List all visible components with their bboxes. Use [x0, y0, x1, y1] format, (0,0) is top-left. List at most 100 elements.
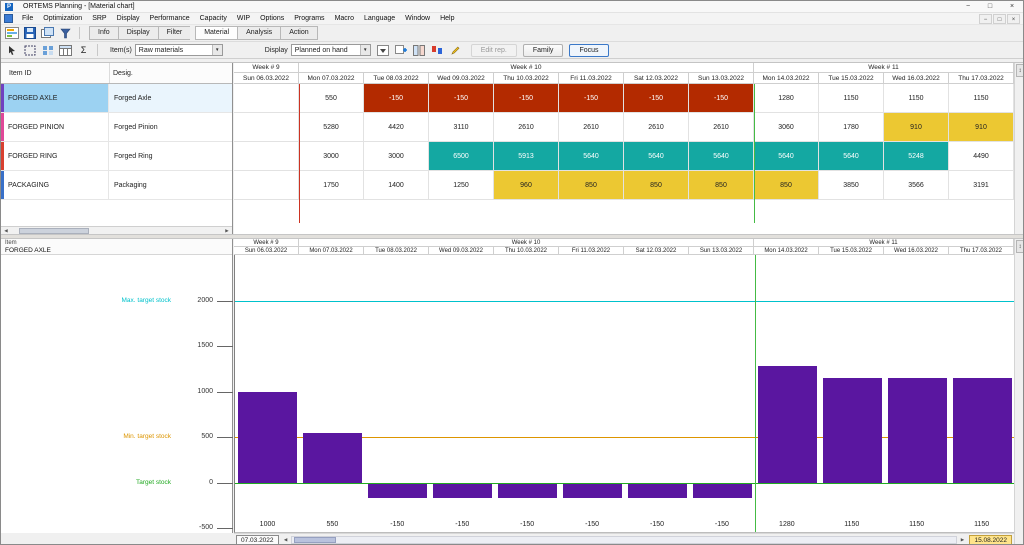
grid-cell[interactable]: 3191: [949, 171, 1014, 200]
grid-cell[interactable]: 3060: [754, 113, 819, 142]
menu-item-srp[interactable]: SRP: [87, 15, 111, 22]
tab-filter[interactable]: Filter: [158, 26, 191, 40]
menu-item-wip[interactable]: WIP: [232, 15, 255, 22]
menu-item-macro[interactable]: Macro: [330, 15, 359, 22]
grid-cell[interactable]: [234, 113, 299, 142]
sum-icon[interactable]: Σ: [75, 43, 92, 57]
grid-cell[interactable]: -150: [429, 84, 494, 113]
stock-bar[interactable]: [888, 378, 947, 483]
item-row[interactable]: PACKAGINGPackaging: [1, 171, 232, 200]
maximize-button[interactable]: □: [979, 1, 1001, 12]
grid-vscrollbar[interactable]: ↕: [1014, 63, 1024, 235]
time-scrollbar[interactable]: 07.03.2022 ◀ ▶ 15.08.2022: [234, 533, 1014, 545]
scroll-left-icon[interactable]: ◀: [281, 536, 291, 544]
stock-bar[interactable]: [823, 378, 882, 483]
grid-cell[interactable]: [234, 142, 299, 171]
menu-item-capacity[interactable]: Capacity: [195, 15, 232, 22]
family-button[interactable]: Family: [523, 44, 564, 57]
menu-item-file[interactable]: File: [17, 15, 38, 22]
stock-bar[interactable]: [238, 392, 297, 483]
compare-flags-icon[interactable]: [429, 43, 446, 57]
grid-cell[interactable]: 3566: [884, 171, 949, 200]
pointer-select-icon[interactable]: [3, 43, 20, 57]
stock-bar[interactable]: [953, 378, 1012, 483]
grid-cell[interactable]: -150: [624, 84, 689, 113]
grid-cell[interactable]: 5640: [559, 142, 624, 171]
minimize-button[interactable]: −: [957, 1, 979, 12]
window-layout-icon[interactable]: [39, 26, 56, 40]
display-dropdown[interactable]: Planned on hand ▼: [291, 44, 371, 56]
grid-cell[interactable]: [234, 84, 299, 113]
stock-bar[interactable]: [693, 484, 752, 498]
grid-cell[interactable]: 1150: [949, 84, 1014, 113]
stock-bar[interactable]: [303, 433, 362, 483]
mdi-minimize-button[interactable]: −: [979, 14, 992, 24]
focus-button[interactable]: Focus: [569, 44, 608, 57]
grid-cell[interactable]: 5640: [624, 142, 689, 171]
scroll-thumb[interactable]: [294, 537, 336, 543]
grid-cell[interactable]: 6500: [429, 142, 494, 171]
edit-pencil-icon[interactable]: [447, 43, 464, 57]
grid-cell[interactable]: 850: [754, 171, 819, 200]
grid-cell[interactable]: 850: [559, 171, 624, 200]
grid-cell[interactable]: 3000: [364, 142, 429, 171]
menu-item-display[interactable]: Display: [112, 15, 145, 22]
grid-cell[interactable]: 1780: [819, 113, 884, 142]
grid-cell[interactable]: 910: [884, 113, 949, 142]
menu-item-options[interactable]: Options: [255, 15, 289, 22]
grid-cell[interactable]: -150: [364, 84, 429, 113]
item-row[interactable]: FORGED PINIONForged Pinion: [1, 113, 232, 142]
grid-cell[interactable]: 1750: [299, 171, 364, 200]
scroll-right-icon[interactable]: ▶: [957, 536, 967, 544]
grid-cell[interactable]: 5640: [689, 142, 754, 171]
grid-cell[interactable]: 4490: [949, 142, 1014, 171]
tab-material[interactable]: Material: [195, 26, 237, 40]
grid-cell[interactable]: 5248: [884, 142, 949, 171]
range-select-icon[interactable]: [21, 43, 38, 57]
tab-info[interactable]: Info: [89, 26, 118, 40]
grid-cell[interactable]: 1400: [364, 171, 429, 200]
scroll-track[interactable]: [291, 536, 958, 544]
menu-item-window[interactable]: Window: [400, 15, 435, 22]
filter-funnel-icon[interactable]: [57, 26, 74, 40]
edit-rep-button[interactable]: Edit rep.: [471, 44, 517, 57]
grid-cell[interactable]: 5913: [494, 142, 559, 171]
grid-cell[interactable]: 3110: [429, 113, 494, 142]
stock-bar[interactable]: [758, 366, 817, 483]
grid-cell[interactable]: 910: [949, 113, 1014, 142]
grid-cell[interactable]: 1150: [819, 84, 884, 113]
splitter-arrows-icon[interactable]: ↕: [1016, 64, 1024, 77]
table-view-icon[interactable]: [57, 43, 74, 57]
item-row[interactable]: FORGED RINGForged Ring: [1, 142, 232, 171]
stock-bar[interactable]: [368, 484, 427, 498]
grid-cell[interactable]: 850: [624, 171, 689, 200]
tab-analysis[interactable]: Analysis: [237, 26, 280, 40]
grid-cell[interactable]: -150: [689, 84, 754, 113]
scroll-start-date[interactable]: 07.03.2022: [236, 535, 279, 545]
grid-cell[interactable]: 3850: [819, 171, 884, 200]
grid-cell[interactable]: 1150: [884, 84, 949, 113]
planning-board-icon[interactable]: [3, 26, 20, 40]
grid-cell[interactable]: 1250: [429, 171, 494, 200]
add-item-icon[interactable]: [393, 43, 410, 57]
chart-vscrollbar[interactable]: ↕: [1014, 239, 1024, 545]
grid-cell[interactable]: -150: [559, 84, 624, 113]
grid-cell[interactable]: 5640: [754, 142, 819, 171]
grid-cell[interactable]: 2610: [494, 113, 559, 142]
mdi-restore-button[interactable]: □: [993, 14, 1006, 24]
grid-cell[interactable]: 850: [689, 171, 754, 200]
stock-bar[interactable]: [433, 484, 492, 498]
scroll-end-date[interactable]: 15.08.2022: [969, 535, 1012, 545]
mdi-close-button[interactable]: ×: [1007, 14, 1020, 24]
tab-action[interactable]: Action: [280, 26, 317, 40]
grid-cell[interactable]: 3000: [299, 142, 364, 171]
grid-cell[interactable]: 5640: [819, 142, 884, 171]
split-columns-icon[interactable]: [411, 43, 428, 57]
menu-item-help[interactable]: Help: [435, 15, 459, 22]
tab-display[interactable]: Display: [118, 26, 158, 40]
grid-cell[interactable]: 2610: [689, 113, 754, 142]
item-row[interactable]: FORGED AXLEForged Axle: [1, 84, 232, 113]
save-icon[interactable]: [21, 26, 38, 40]
stock-bar[interactable]: [628, 484, 687, 498]
grid-cell[interactable]: 960: [494, 171, 559, 200]
